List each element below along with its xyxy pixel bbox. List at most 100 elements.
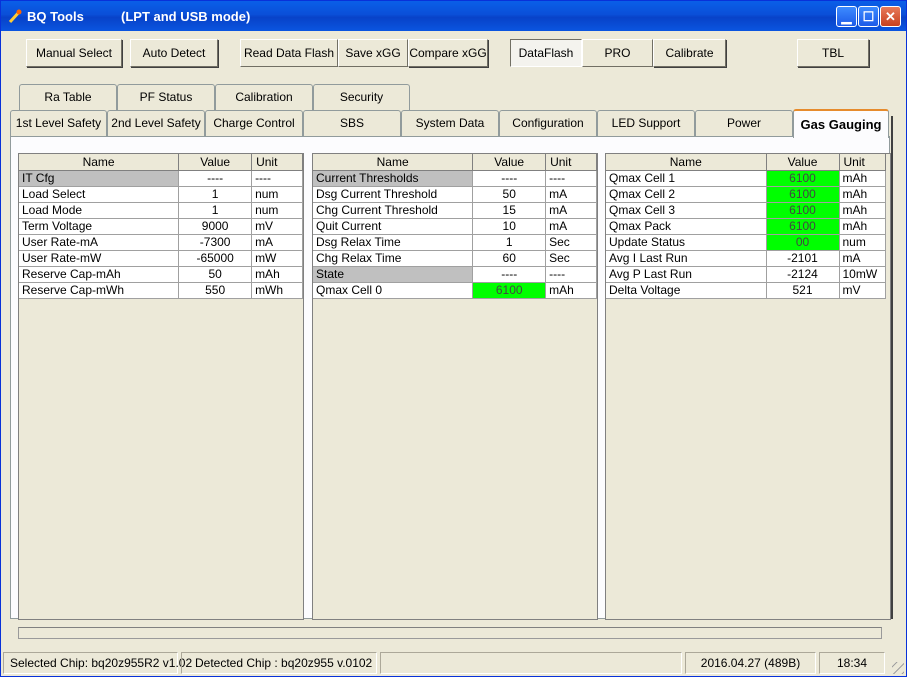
grid-row[interactable]: Avg P Last Run -2124 10mW: [606, 266, 886, 283]
resize-grip-icon[interactable]: [892, 662, 904, 674]
name-column-header[interactable]: Name: [606, 154, 767, 171]
value-column-header[interactable]: Value: [472, 154, 547, 171]
param-value-cell[interactable]: -2124: [766, 266, 840, 283]
param-name-cell: Chg Relax Time: [313, 250, 474, 267]
param-value-cell[interactable]: 10: [472, 218, 547, 235]
grid-row[interactable]: Reserve Cap-mWh 550 mWh: [19, 282, 303, 299]
param-value-cell[interactable]: 9000: [178, 218, 253, 235]
param-name-cell: State: [313, 266, 474, 283]
grid-row[interactable]: Qmax Cell 1 6100 mAh: [606, 170, 886, 187]
close-button[interactable]: ✕: [880, 6, 901, 27]
grid-row[interactable]: Quit Current 10 mA: [313, 218, 597, 235]
param-value-cell[interactable]: ----: [178, 170, 253, 187]
param-value-cell[interactable]: 60: [472, 250, 547, 267]
param-value-cell[interactable]: -7300: [178, 234, 253, 251]
grid-row[interactable]: Chg Current Threshold 15 mA: [313, 202, 597, 219]
param-value-cell[interactable]: 1: [472, 234, 547, 251]
tbl-button[interactable]: TBL: [797, 39, 869, 67]
param-name-cell: Dsg Current Threshold: [313, 186, 474, 203]
param-unit-cell: mV: [839, 282, 886, 299]
title-bar[interactable]: BQ Tools (LPT and USB mode) ▁ ☐ ✕: [1, 1, 906, 31]
tab-ra-table[interactable]: Ra Table: [19, 84, 117, 110]
value-column-header[interactable]: Value: [766, 154, 840, 171]
save-xgg-button[interactable]: Save xGG: [338, 39, 408, 67]
grid-row[interactable]: Dsg Relax Time 1 Sec: [313, 234, 597, 251]
tab-security[interactable]: Security: [313, 84, 410, 110]
param-value-cell[interactable]: 1: [178, 186, 253, 203]
grid-row[interactable]: User Rate-mW -65000 mW: [19, 250, 303, 267]
param-unit-cell: ----: [545, 266, 597, 283]
param-value-cell[interactable]: 50: [472, 186, 547, 203]
param-value-cell[interactable]: -2101: [766, 250, 840, 267]
tab-1st-level-safety[interactable]: 1st Level Safety: [10, 110, 107, 136]
tab-system-data[interactable]: System Data: [401, 110, 499, 136]
grid-row[interactable]: Qmax Cell 0 6100 mAh: [313, 282, 597, 299]
grid-table: Name Value Unit IT Cfg ---- ---- Load Select 1 n…: [19, 154, 303, 299]
pro-button[interactable]: PRO: [582, 39, 653, 67]
name-column-header[interactable]: Name: [19, 154, 180, 171]
param-unit-cell: mAh: [545, 282, 597, 299]
window-title: BQ Tools: [27, 9, 84, 24]
param-value-cell[interactable]: 00: [766, 234, 840, 251]
tab-charge-control[interactable]: Charge Control: [205, 110, 303, 136]
tab-configuration[interactable]: Configuration: [499, 110, 597, 136]
grid-header-row: Name Value Unit: [313, 154, 597, 171]
param-value-cell[interactable]: ----: [472, 170, 547, 187]
param-value-cell[interactable]: 6100: [766, 170, 840, 187]
grid-row[interactable]: Dsg Current Threshold 50 mA: [313, 186, 597, 203]
param-value-cell[interactable]: 6100: [766, 186, 840, 203]
unit-column-header[interactable]: Unit: [545, 154, 597, 171]
name-column-header[interactable]: Name: [313, 154, 474, 171]
calibrate-button[interactable]: Calibrate: [653, 39, 726, 67]
param-value-cell[interactable]: 550: [178, 282, 253, 299]
tab-calibration[interactable]: Calibration: [215, 84, 313, 110]
tab-pf-status[interactable]: PF Status: [117, 84, 215, 110]
grid-row[interactable]: Qmax Cell 2 6100 mAh: [606, 186, 886, 203]
param-value-cell[interactable]: -65000: [178, 250, 253, 267]
tab-2nd-level-safety[interactable]: 2nd Level Safety: [107, 110, 205, 136]
grid-row[interactable]: Current Thresholds ---- ----: [313, 170, 597, 187]
grid-row[interactable]: IT Cfg ---- ----: [19, 170, 303, 187]
maximize-button[interactable]: ☐: [858, 6, 879, 27]
maximize-icon: ☐: [862, 9, 875, 24]
grid-row[interactable]: Qmax Pack 6100 mAh: [606, 218, 886, 235]
param-value-cell[interactable]: 1: [178, 202, 253, 219]
grid-row[interactable]: Term Voltage 9000 mV: [19, 218, 303, 235]
grid-row[interactable]: Chg Relax Time 60 Sec: [313, 250, 597, 267]
unit-column-header[interactable]: Unit: [839, 154, 886, 171]
minimize-button[interactable]: ▁: [836, 6, 857, 27]
tab-sbs-configuration[interactable]: SBS Configuration: [303, 110, 401, 154]
param-unit-cell: mAh: [839, 218, 886, 235]
grid-row[interactable]: Qmax Cell 3 6100 mAh: [606, 202, 886, 219]
tab-led-support[interactable]: LED Support: [597, 110, 695, 136]
unit-column-header[interactable]: Unit: [251, 154, 303, 171]
read-data-flash-button[interactable]: Read Data Flash: [240, 39, 338, 67]
grid-row[interactable]: Reserve Cap-mAh 50 mAh: [19, 266, 303, 283]
param-value-cell[interactable]: 521: [766, 282, 840, 299]
grid-row[interactable]: State ---- ----: [313, 266, 597, 283]
dataflash-button[interactable]: DataFlash: [510, 39, 582, 67]
param-value-cell[interactable]: ----: [472, 266, 547, 283]
param-name-cell: Current Thresholds: [313, 170, 474, 187]
param-value-cell[interactable]: 50: [178, 266, 253, 283]
tab-gas-gauging[interactable]: Gas Gauging: [793, 109, 889, 138]
param-name-cell: Update Status: [606, 234, 767, 251]
grid-row[interactable]: Delta Voltage 521 mV: [606, 282, 886, 299]
window-mode: (LPT and USB mode): [121, 9, 251, 24]
value-column-header[interactable]: Value: [178, 154, 253, 171]
auto-detect-button[interactable]: Auto Detect: [130, 39, 218, 67]
tab-power[interactable]: Power: [695, 110, 793, 136]
grid-row[interactable]: Avg I Last Run -2101 mA: [606, 250, 886, 267]
grid-row[interactable]: Load Mode 1 num: [19, 202, 303, 219]
grid-row[interactable]: User Rate-mA -7300 mA: [19, 234, 303, 251]
grid-row[interactable]: Load Select 1 num: [19, 186, 303, 203]
grid-row[interactable]: Update Status 00 num: [606, 234, 886, 251]
compare-xgg-button[interactable]: Compare xGG: [408, 39, 488, 67]
param-value-cell[interactable]: 6100: [766, 202, 840, 219]
param-value-cell[interactable]: 6100: [766, 218, 840, 235]
manual-select-button[interactable]: Manual Select: [26, 39, 122, 67]
horizontal-scrollbar[interactable]: [18, 627, 882, 639]
param-value-cell[interactable]: 15: [472, 202, 547, 219]
param-value-cell[interactable]: 6100: [472, 282, 547, 299]
param-name-cell: Qmax Cell 2: [606, 186, 767, 203]
